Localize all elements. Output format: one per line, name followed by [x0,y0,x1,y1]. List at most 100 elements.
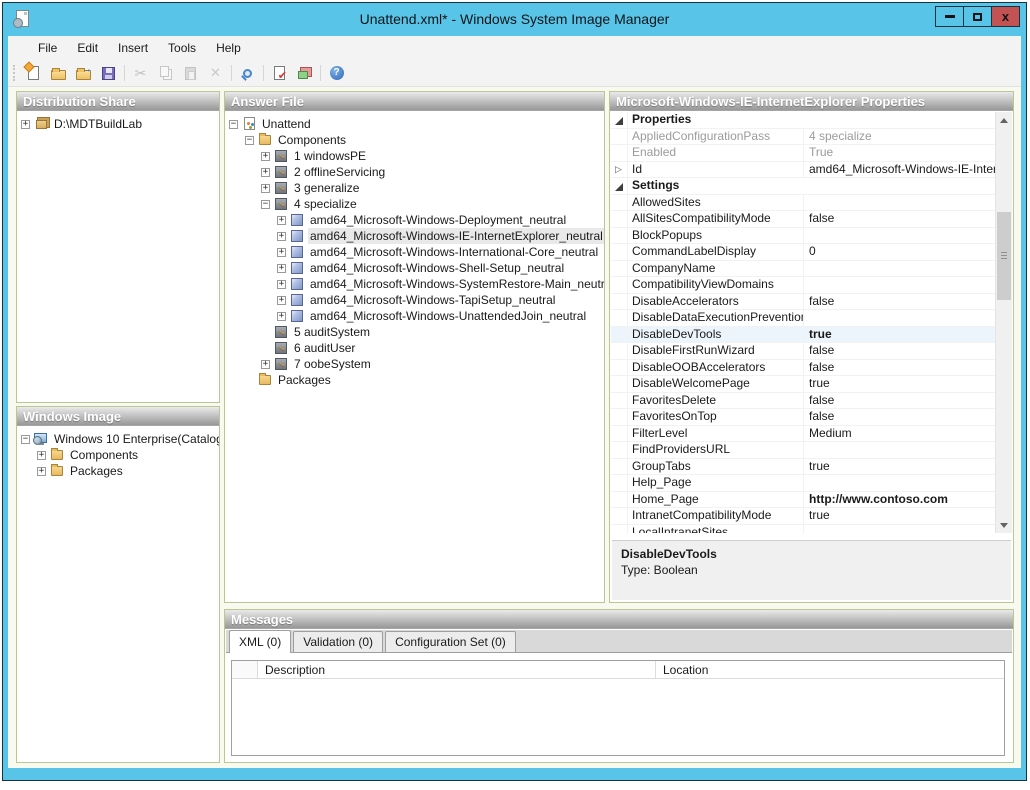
distribution-share-node[interactable]: +D:\MDTBuildLab [17,116,219,132]
answer-file-node[interactable]: −Unattend [225,116,604,132]
windows-image-node[interactable]: −Windows 10 Enterprise(Catalog) [17,431,219,447]
expand-icon[interactable]: + [261,152,270,161]
property-row[interactable]: AllSitesCompatibilityModefalse [611,211,995,228]
property-row[interactable]: EnabledTrue [611,145,995,162]
property-value[interactable]: 4 specialize [804,129,995,145]
open-answer-file-button[interactable] [72,62,95,84]
menu-item-tools[interactable]: Tools [158,37,206,59]
answer-file-node[interactable]: +amd64_Microsoft-Windows-SystemRestore-M… [225,276,604,292]
menu-item-help[interactable]: Help [206,37,251,59]
windows-image-node[interactable]: +Components [17,447,219,463]
answer-file-node[interactable]: +amd64_Microsoft-Windows-IE-InternetExpl… [225,228,604,244]
property-value[interactable]: true [804,376,995,392]
property-row[interactable]: FavoritesDeletefalse [611,393,995,410]
property-value[interactable]: http://www.contoso.com [804,492,995,508]
windows-image-node[interactable]: +Packages [17,463,219,479]
property-value[interactable]: true [804,508,995,524]
property-row[interactable]: DisableFirstRunWizardfalse [611,343,995,360]
close-button[interactable]: x [991,6,1020,27]
column-header-description[interactable]: Description [258,661,656,678]
answer-file-node[interactable]: +amd64_Microsoft-Windows-Shell-Setup_neu… [225,260,604,276]
expand-icon[interactable]: + [277,280,286,289]
property-row[interactable]: CommandLabelDisplay0 [611,244,995,261]
property-row[interactable]: AllowedSites [611,195,995,212]
property-value[interactable]: false [804,211,995,227]
menu-item-file[interactable]: File [28,37,67,59]
expand-icon[interactable]: + [261,184,270,193]
collapse-icon[interactable]: − [229,120,238,129]
property-row[interactable]: AppliedConfigurationPass4 specialize [611,129,995,146]
property-value[interactable]: false [804,409,995,425]
property-row[interactable]: IntranetCompatibilityModetrue [611,508,995,525]
expand-icon[interactable]: + [277,232,286,241]
expand-icon[interactable]: + [261,168,270,177]
toolbar-grip[interactable] [13,65,16,81]
scroll-down-icon[interactable] [996,517,1012,533]
menu-item-insert[interactable]: Insert [108,37,158,59]
property-row[interactable]: DisableOOBAcceleratorsfalse [611,360,995,377]
scroll-up-icon[interactable] [996,112,1012,128]
help-button[interactable] [325,62,348,84]
answer-file-node[interactable]: +amd64_Microsoft-Windows-Deployment_neut… [225,212,604,228]
expand-icon[interactable]: + [37,451,46,460]
property-row[interactable]: FindProvidersURL [611,442,995,459]
property-value[interactable] [804,277,995,293]
title-bar[interactable]: Unattend.xml* - Windows System Image Man… [3,3,1026,36]
tab-configuration-set-0[interactable]: Configuration Set (0) [385,631,516,652]
property-value[interactable] [804,195,995,211]
answer-file-node[interactable]: Packages [225,372,604,388]
tab-xml-0[interactable]: XML (0) [229,630,291,653]
property-value[interactable]: amd64_Microsoft-Windows-IE-InternetExplo… [804,162,995,178]
property-collapsed-icon[interactable]: ▷ [615,164,622,175]
property-value[interactable]: true [804,459,995,475]
answer-file-node[interactable]: +amd64_Microsoft-Windows-TapiSetup_neutr… [225,292,604,308]
property-value[interactable]: false [804,360,995,376]
collapse-icon[interactable]: − [245,136,254,145]
property-value[interactable]: false [804,294,995,310]
property-value[interactable]: true [804,327,995,343]
answer-file-node[interactable]: +2 offlineServicing [225,164,604,180]
property-value[interactable]: false [804,393,995,409]
expand-icon[interactable]: + [277,216,286,225]
expand-icon[interactable]: + [277,296,286,305]
column-header-location[interactable]: Location [656,661,1004,678]
create-configuration-set-button[interactable] [293,62,316,84]
expand-icon[interactable]: + [277,248,286,257]
property-row[interactable]: CompanyName [611,261,995,278]
property-row[interactable]: BlockPopups [611,228,995,245]
answer-file-node[interactable]: −Components [225,132,604,148]
answer-file-node[interactable]: +7 oobeSystem [225,356,604,372]
maximize-button[interactable] [963,6,992,27]
answer-file-node[interactable]: +1 windowsPE [225,148,604,164]
expand-icon[interactable]: + [37,467,46,476]
property-row[interactable]: DisableDevToolstrue [611,327,995,344]
category-expanded-icon[interactable] [615,183,623,191]
property-value[interactable] [804,310,995,326]
property-row[interactable]: DisableAcceleratorsfalse [611,294,995,311]
property-category-row[interactable]: Properties [611,112,995,129]
property-row[interactable]: FilterLevelMedium [611,426,995,443]
answer-file-node[interactable]: +amd64_Microsoft-Windows-International-C… [225,244,604,260]
tab-validation-0[interactable]: Validation (0) [293,631,383,652]
property-row[interactable]: GroupTabstrue [611,459,995,476]
minimize-button[interactable] [935,6,964,27]
property-value[interactable] [804,525,995,534]
property-value[interactable] [804,228,995,244]
answer-file-node[interactable]: 5 auditSystem [225,324,604,340]
scrollbar-thumb[interactable] [997,212,1011,300]
answer-file-node[interactable]: 6 auditUser [225,340,604,356]
category-expanded-icon[interactable] [615,117,623,125]
property-row[interactable]: Home_Pagehttp://www.contoso.com [611,492,995,509]
answer-file-node[interactable]: −4 specialize [225,196,604,212]
new-answer-file-button[interactable] [22,62,45,84]
collapse-icon[interactable]: − [261,200,270,209]
property-row[interactable]: ▷Idamd64_Microsoft-Windows-IE-InternetEx… [611,162,995,179]
property-row[interactable]: Help_Page [611,475,995,492]
collapse-icon[interactable]: − [21,435,30,444]
open-distribution-share-button[interactable] [47,62,70,84]
property-row[interactable]: DisableDataExecutionPrevention [611,310,995,327]
property-value[interactable]: True [804,145,995,161]
property-row[interactable]: LocalIntranetSites [611,525,995,534]
property-value[interactable] [804,261,995,277]
save-answer-file-button[interactable] [97,62,120,84]
